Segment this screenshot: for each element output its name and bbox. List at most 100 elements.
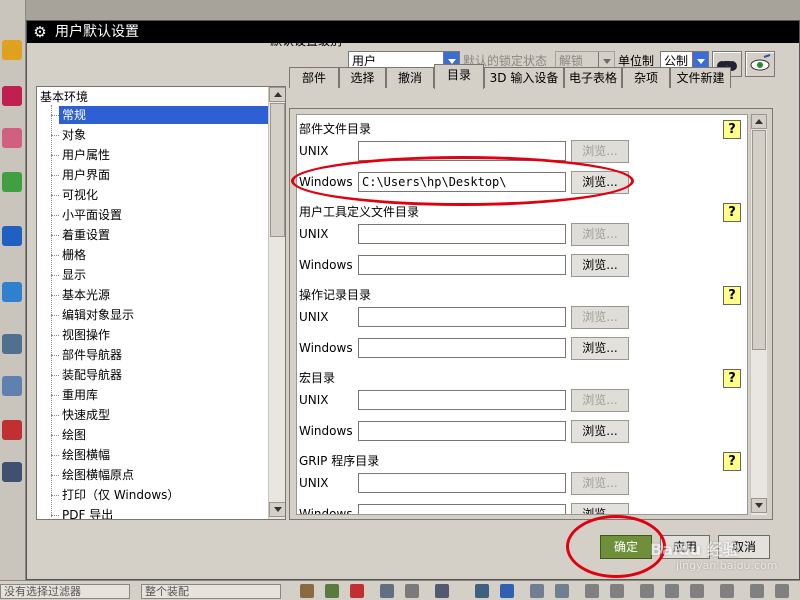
tree-item[interactable]: 常规 [59,106,269,124]
unix-path-input[interactable] [358,473,566,493]
windows-browse-button[interactable]: 浏览... [571,420,629,443]
tree-connector [51,175,59,176]
help-icon[interactable]: ? [723,203,741,222]
tool-icon-3[interactable] [2,128,22,148]
scroll-thumb[interactable] [270,103,285,237]
tree-item[interactable]: 绘图横幅原点 [59,466,269,484]
windows-path-input[interactable]: C:\Users\hp\Desktop\ [358,172,566,192]
windows-path-input[interactable] [358,338,566,358]
tab-undo[interactable]: 撤消 [386,67,434,88]
tree-item[interactable]: 着重设置 [59,226,269,244]
tab-3d-input[interactable]: 3D 输入设备 [484,67,564,88]
tree-connector [51,455,59,456]
help-icon[interactable]: ? [723,452,741,471]
plus-icon[interactable] [665,584,679,598]
more-icon[interactable] [775,584,789,598]
tree-item[interactable]: 绘图 [59,426,269,444]
scroll-thumb[interactable] [752,130,766,350]
cancel-button[interactable]: 取消 [718,535,770,559]
tree-item[interactable]: 装配导航器 [59,366,269,384]
point-icon[interactable] [380,584,394,598]
unix-path-input[interactable] [358,224,566,244]
quadrant-icon[interactable] [750,584,764,598]
tab-part[interactable]: 部件 [289,67,339,88]
tool-icon-4[interactable] [2,172,22,192]
filter-icon[interactable] [300,584,314,598]
tree-item[interactable]: 重用库 [59,386,269,404]
tree-item[interactable]: 基本光源 [59,286,269,304]
snap-icon[interactable] [350,584,364,598]
crosshair-icon[interactable] [530,584,544,598]
tree-item[interactable]: 用户界面 [59,166,269,184]
scroll-down-icon[interactable] [269,502,285,517]
tree-item[interactable]: 部件导航器 [59,346,269,364]
tab-spreadsheet[interactable]: 电子表格 [564,67,622,88]
ok-button[interactable]: 确定 [600,535,652,559]
circle-icon[interactable] [640,584,654,598]
tree-item[interactable]: 对象 [59,126,269,144]
gear-icon: ⚙ [33,23,47,41]
target-icon[interactable] [555,584,569,598]
filter-input[interactable]: 没有选择过滤器 [0,584,130,599]
tree-connector [51,495,59,496]
windows-path-input[interactable] [358,255,566,275]
unix-path-input[interactable] [358,307,566,327]
tangent-icon[interactable] [720,584,734,598]
windows-browse-button[interactable]: 浏览... [571,337,629,360]
tree-item[interactable]: 栅格 [59,246,269,264]
windows-browse-button[interactable]: 浏览... [571,254,629,277]
tab-directory[interactable]: 目录 [434,64,484,89]
tree-item[interactable]: PDF 导出 [59,506,269,519]
box-select-icon[interactable] [435,584,449,598]
tree-item[interactable]: 绘图横幅 [59,446,269,464]
tree-root[interactable]: 基本环境 [40,89,88,105]
unix-path-input[interactable] [358,390,566,410]
tree-connector [51,435,59,436]
unix-path-input[interactable] [358,141,566,161]
tree-item[interactable]: 打印（仅 Windows） [59,486,269,504]
tab-misc[interactable]: 杂项 [622,67,670,88]
list-icon[interactable] [2,376,22,396]
tool-icon-6[interactable] [2,282,22,302]
tab-select[interactable]: 选择 [339,67,386,88]
tree-item[interactable]: 视图操作 [59,326,269,344]
move-icon[interactable] [405,584,419,598]
tree-item[interactable]: 显示 [59,266,269,284]
unix-browse-button: 浏览... [571,223,629,246]
intersect-icon[interactable] [690,584,704,598]
help-icon[interactable]: ? [723,120,741,139]
windows-browse-button[interactable]: 浏览... [571,503,629,514]
assembly-select[interactable]: 整个装配 [141,584,281,599]
tree-item[interactable]: 用户属性 [59,146,269,164]
help-icon[interactable]: ? [723,369,741,388]
windows-browse-button[interactable]: 浏览... [571,171,629,194]
tool-icon-10[interactable] [2,462,22,482]
tool-icon-5[interactable] [2,226,22,246]
line-icon[interactable] [585,584,599,598]
windows-path-input[interactable] [358,421,566,441]
tool-icon-2[interactable] [2,86,22,106]
tab-file-new[interactable]: 文件新建 [670,67,731,88]
content-scrollbar[interactable] [750,114,767,515]
tree-item[interactable]: 可视化 [59,186,269,204]
tree-connector [51,415,59,416]
tree-scrollbar[interactable] [268,87,285,519]
sphere-icon[interactable] [475,584,489,598]
tree-item[interactable]: 编辑对象显示 [59,306,269,324]
help-icon[interactable]: ? [723,286,741,305]
clock-icon[interactable] [2,334,22,354]
windows-path-input[interactable] [358,504,566,514]
cube-icon[interactable] [500,584,514,598]
select-icon[interactable] [325,584,339,598]
scroll-down-icon[interactable] [751,498,767,513]
arc-icon[interactable] [610,584,624,598]
tree-item[interactable]: 快速成型 [59,406,269,424]
scroll-up-icon[interactable] [751,114,767,129]
scroll-up-icon[interactable] [269,87,285,102]
tool-icon-9[interactable] [2,420,22,440]
tree-item[interactable]: 小平面设置 [59,206,269,224]
unix-browse-button: 浏览... [571,389,629,412]
tool-icon-1[interactable] [2,40,22,60]
apply-button[interactable]: 应用 [660,535,710,559]
eye-settings-button[interactable] [745,51,775,77]
